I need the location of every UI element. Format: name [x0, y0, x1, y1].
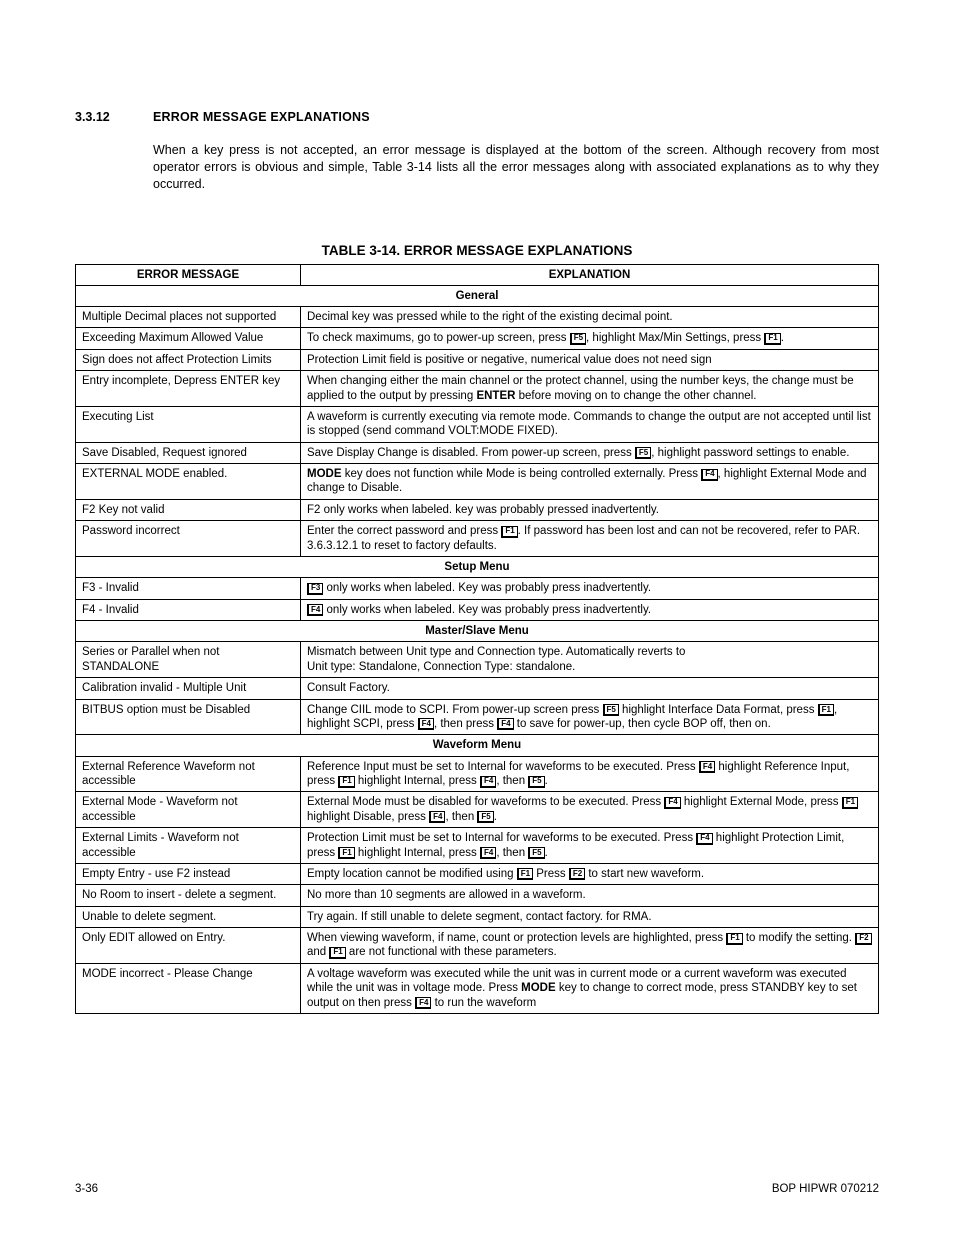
- f4-key-icon: F4: [429, 811, 445, 823]
- page-number: 3-36: [75, 1183, 98, 1195]
- section-setup: Setup Menu: [76, 556, 879, 577]
- f4-key-icon: F4: [415, 997, 431, 1009]
- error-table: ERROR MESSAGE EXPLANATION General Multip…: [75, 264, 879, 1014]
- table-row: External Reference Waveform not accessib…: [76, 756, 879, 792]
- f4-key-icon: F4: [307, 604, 323, 616]
- doc-id: BOP HIPWR 070212: [772, 1183, 879, 1195]
- table-row: Password incorrect Enter the correct pas…: [76, 521, 879, 557]
- f1-key-icon: F1: [842, 797, 858, 809]
- table-row: BITBUS option must be Disabled Change CI…: [76, 699, 879, 735]
- f4-key-icon: F4: [664, 797, 680, 809]
- f5-key-icon: F5: [477, 811, 493, 823]
- table-row: Multiple Decimal places not supported De…: [76, 307, 879, 328]
- f4-key-icon: F4: [696, 833, 712, 845]
- table-row: No Room to insert - delete a segment. No…: [76, 885, 879, 906]
- table-row: Empty Entry - use F2 instead Empty locat…: [76, 863, 879, 884]
- table-row: Series or Parallel when not STANDALONE M…: [76, 642, 879, 678]
- f2-key-icon: F2: [569, 868, 585, 880]
- f1-key-icon: F1: [764, 333, 780, 345]
- table-row: F4 - Invalid F4 only works when labeled.…: [76, 599, 879, 620]
- table-row: Save Disabled, Request ignored Save Disp…: [76, 442, 879, 463]
- f4-key-icon: F4: [480, 776, 496, 788]
- section-general: General: [76, 285, 879, 306]
- table-row: Exceeding Maximum Allowed Value To check…: [76, 328, 879, 349]
- table-row: External Mode - Waveform not accessible …: [76, 792, 879, 828]
- section-title: ERROR MESSAGE EXPLANATIONS: [153, 110, 370, 124]
- f5-key-icon: F5: [635, 447, 651, 459]
- f1-key-icon: F1: [338, 776, 354, 788]
- page: 3.3.12 ERROR MESSAGE EXPLANATIONS When a…: [0, 0, 954, 1235]
- f1-key-icon: F1: [818, 704, 834, 716]
- f1-key-icon: F1: [338, 847, 354, 859]
- f4-key-icon: F4: [701, 469, 717, 481]
- f1-key-icon: F1: [726, 933, 742, 945]
- f5-key-icon: F5: [528, 776, 544, 788]
- f4-key-icon: F4: [497, 718, 513, 730]
- table-row: F3 - Invalid F3 only works when labeled.…: [76, 578, 879, 599]
- f1-key-icon: F1: [501, 526, 517, 538]
- f5-key-icon: F5: [570, 333, 586, 345]
- table-header-row: ERROR MESSAGE EXPLANATION: [76, 264, 879, 285]
- table-row: Entry incomplete, Depress ENTER key When…: [76, 371, 879, 407]
- table-row: External Limits - Waveform not accessibl…: [76, 828, 879, 864]
- col-explanation: EXPLANATION: [301, 264, 879, 285]
- table-caption: TABLE 3-14. ERROR MESSAGE EXPLANATIONS: [75, 243, 879, 258]
- table-row: MODE incorrect - Please Change A voltage…: [76, 963, 879, 1013]
- table-row: Calibration invalid - Multiple Unit Cons…: [76, 678, 879, 699]
- table-row: Only EDIT allowed on Entry. When viewing…: [76, 928, 879, 964]
- f1-key-icon: F1: [517, 868, 533, 880]
- f5-key-icon: F5: [603, 704, 619, 716]
- f4-key-icon: F4: [699, 761, 715, 773]
- table-row: Executing List A waveform is currently e…: [76, 406, 879, 442]
- f3-key-icon: F3: [307, 583, 323, 595]
- intro-paragraph: When a key press is not accepted, an err…: [153, 142, 879, 193]
- table-row: Sign does not affect Protection Limits P…: [76, 349, 879, 370]
- table-row: EXTERNAL MODE enabled. MODE key does not…: [76, 464, 879, 500]
- f2-key-icon: F2: [855, 933, 871, 945]
- section-master: Master/Slave Menu: [76, 621, 879, 642]
- f4-key-icon: F4: [480, 847, 496, 859]
- table-row: F2 Key not valid F2 only works when labe…: [76, 499, 879, 520]
- col-error-message: ERROR MESSAGE: [76, 264, 301, 285]
- table-row: Unable to delete segment. Try again. If …: [76, 906, 879, 927]
- page-footer: 3-36 BOP HIPWR 070212: [75, 1183, 879, 1195]
- f4-key-icon: F4: [418, 718, 434, 730]
- f1-key-icon: F1: [329, 947, 345, 959]
- section-number: 3.3.12: [75, 110, 153, 124]
- f5-key-icon: F5: [528, 847, 544, 859]
- section-heading: 3.3.12 ERROR MESSAGE EXPLANATIONS: [75, 110, 879, 124]
- section-waveform: Waveform Menu: [76, 735, 879, 756]
